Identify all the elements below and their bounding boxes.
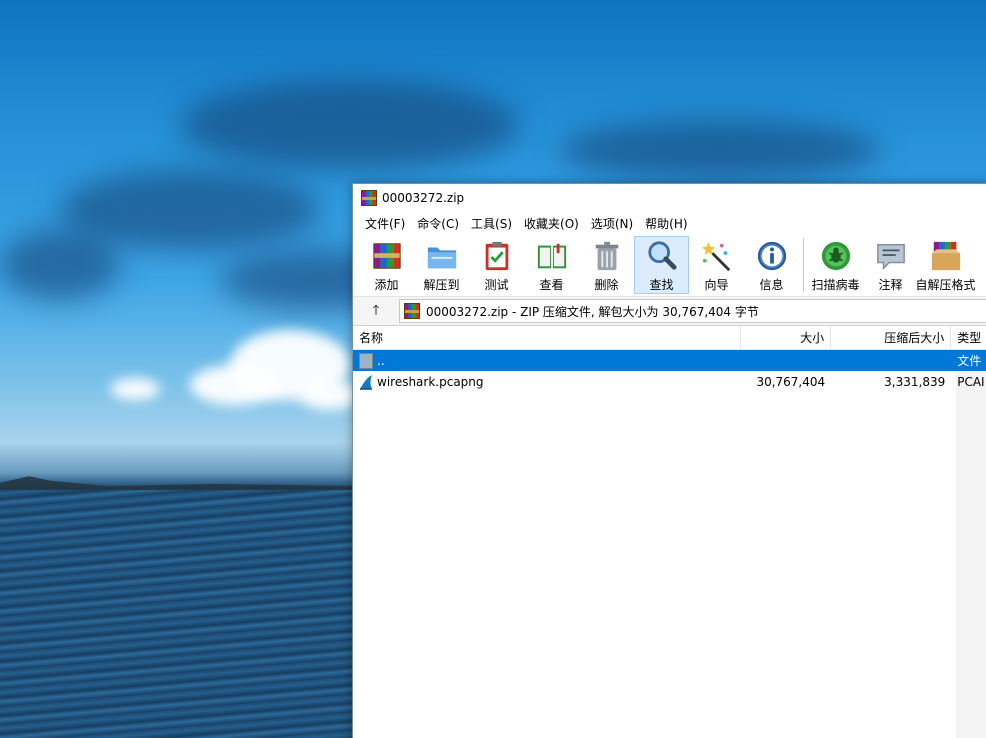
comment-label: 注释 — [878, 278, 903, 292]
parent-folder-icon — [359, 352, 373, 369]
toolbar-separator — [803, 238, 804, 292]
archive-icon — [404, 303, 420, 319]
item-type: PCAI — [957, 374, 985, 389]
wireshark-fin-icon — [360, 374, 372, 390]
test-label: 测试 — [484, 278, 509, 292]
find-label: 查找 — [649, 278, 674, 292]
menu-file[interactable]: 文件(F) — [359, 215, 411, 232]
sfx-box-icon — [931, 241, 960, 271]
menu-options[interactable]: 选项(N) — [585, 215, 639, 232]
winrar-window[interactable]: 00003272.zip 文件(F) 命令(C) 工具(S) 收藏夹(O) 选项… — [352, 183, 986, 738]
up-folder-button[interactable]: ↑ — [353, 297, 399, 325]
test-clipboard-icon — [485, 241, 508, 271]
column-packed-size[interactable]: 压缩后大小 — [831, 325, 952, 350]
delete-button[interactable]: 删除 — [579, 236, 634, 294]
menu-commands[interactable]: 命令(C) — [411, 215, 465, 232]
list-item-parent[interactable]: .. 文件 — [353, 350, 986, 371]
list-item-wireshark[interactable]: wireshark.pcapng 30,767,404 3,331,839 PC… — [353, 371, 986, 392]
menu-bar: 文件(F) 命令(C) 工具(S) 收藏夹(O) 选项(N) 帮助(H) — [353, 212, 986, 234]
comment-button[interactable]: 注释 — [863, 236, 918, 294]
comment-icon — [876, 244, 905, 270]
winrar-app-icon — [361, 190, 377, 206]
address-field[interactable]: 00003272.zip - ZIP 压缩文件, 解包大小为 30,767,40… — [399, 299, 986, 323]
file-list: .. 文件 wireshark.pcapng 30,767,404 3,331,… — [353, 350, 986, 738]
address-text: 00003272.zip - ZIP 压缩文件, 解包大小为 30,767,40… — [426, 304, 759, 319]
wizard-label: 向导 — [704, 278, 729, 292]
info-icon — [757, 241, 786, 271]
title-bar[interactable]: 00003272.zip — [353, 184, 986, 212]
virus-scan-icon — [821, 241, 850, 271]
sfx-label: 自解压格式 — [915, 278, 976, 292]
item-type: 文件 — [957, 354, 982, 368]
window-title: 00003272.zip — [382, 191, 465, 205]
toolbar: 添加 解压到 测试 查看 删除 查找 向导 信息 扫描病毒 注释 自解压格式 — [353, 234, 986, 296]
file-list-header: 名称 大小 压缩后大小 类型 — [353, 325, 986, 350]
column-type[interactable]: 类型 — [951, 326, 986, 350]
item-size — [741, 350, 831, 371]
view-label: 查看 — [539, 278, 564, 292]
address-bar: ↑ 00003272.zip - ZIP 压缩文件, 解包大小为 30,767,… — [353, 296, 986, 326]
up-arrow-icon: ↑ — [370, 303, 382, 319]
find-button[interactable]: 查找 — [634, 236, 689, 294]
item-packed-size — [831, 350, 951, 371]
extract-folder-icon — [427, 247, 456, 269]
column-name[interactable]: 名称 — [353, 325, 741, 350]
item-size: 30,767,404 — [756, 374, 826, 389]
extract-to-label: 解压到 — [423, 278, 460, 292]
sfx-button[interactable]: 自解压格式 — [915, 236, 976, 294]
info-button[interactable]: 信息 — [744, 236, 799, 294]
menu-favorites[interactable]: 收藏夹(O) — [518, 215, 585, 232]
view-book-icon — [537, 243, 566, 269]
menu-help[interactable]: 帮助(H) — [639, 215, 693, 232]
info-label: 信息 — [759, 278, 784, 292]
wizard-wand-icon — [701, 241, 730, 272]
add-label: 添加 — [374, 278, 399, 292]
column-size[interactable]: 大小 — [741, 325, 832, 350]
add-archive-icon — [372, 243, 401, 269]
extract-to-button[interactable]: 解压到 — [414, 236, 469, 294]
virus-scan-label: 扫描病毒 — [811, 278, 860, 292]
magnifier-icon — [647, 241, 677, 270]
item-name: wireshark.pcapng — [377, 374, 484, 389]
add-button[interactable]: 添加 — [359, 236, 414, 294]
menu-tools[interactable]: 工具(S) — [465, 215, 518, 232]
delete-label: 删除 — [594, 278, 619, 292]
virus-scan-button[interactable]: 扫描病毒 — [808, 236, 863, 294]
item-name: .. — [377, 353, 385, 368]
test-button[interactable]: 测试 — [469, 236, 524, 294]
view-button[interactable]: 查看 — [524, 236, 579, 294]
item-packed-size: 3,331,839 — [884, 374, 946, 389]
trash-icon — [595, 241, 618, 271]
wizard-button[interactable]: 向导 — [689, 236, 744, 294]
